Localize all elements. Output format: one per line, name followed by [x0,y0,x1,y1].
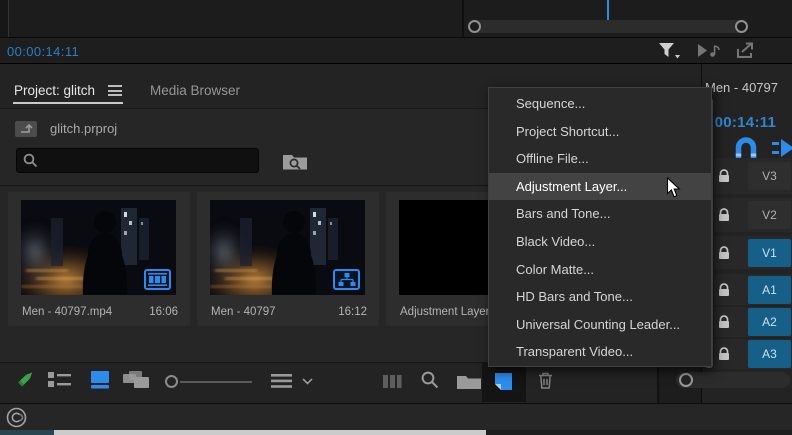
monitor-zoom-scrollbar[interactable] [468,20,748,33]
timeline-hscrollbar[interactable] [676,372,790,388]
movie-clip-badge-icon [144,269,171,290]
track-row-a1: A1 [714,274,792,305]
zoom-handle-left[interactable] [468,20,481,33]
new-item-icon[interactable] [493,372,514,391]
panel-menu-icon[interactable] [108,85,122,96]
timeline-title[interactable]: Men - 40797 [705,80,778,95]
track-target-a2[interactable]: A2 [748,308,791,336]
automate-sequence-icon[interactable] [383,374,403,389]
list-view-button[interactable] [48,372,71,388]
export-frame-icon[interactable] [736,42,755,59]
lock-icon[interactable] [718,283,730,297]
menu-item-sequence[interactable]: Sequence... [489,90,711,118]
menu-item-black-video[interactable]: Black Video... [489,228,711,256]
track-target-a3[interactable]: A3 [748,340,791,368]
menu-item-color-matte[interactable]: Color Matte... [489,256,711,284]
sequence-thumbnail [210,200,365,295]
track-row-v2: V2 [714,198,792,232]
chevron-down-icon[interactable] [302,378,313,385]
lock-icon[interactable] [718,246,730,260]
sequence-badge-icon [333,269,360,290]
lock-icon[interactable] [718,169,730,183]
delete-icon[interactable] [537,371,554,389]
lock-icon[interactable] [718,347,730,361]
up-arrow-icon [15,121,37,137]
search-input[interactable] [16,148,259,173]
timeline-hscrollbar-handle[interactable] [679,373,693,387]
item-name: Men - 40797 [211,306,276,318]
writable-pencil-icon [15,368,37,390]
panel-edge [0,0,9,37]
sort-icon[interactable] [271,374,292,388]
freeform-view-button[interactable] [122,371,150,389]
zoom-handle-right[interactable] [735,20,748,33]
track-row-a3: A3 [714,339,792,369]
timeline-timecode[interactable]: 00:00:14:11 [701,114,776,131]
find-bin-icon [282,151,309,171]
bottom-scrollbar[interactable] [54,430,486,435]
icon-view-button[interactable] [90,371,110,389]
track-row-v1: V1 [714,236,792,269]
mouse-cursor [666,177,681,199]
tab-media-browser[interactable]: Media Browser [150,83,240,98]
breadcrumb: glitch.prproj [50,121,117,136]
item-name: Adjustment Layer [400,306,490,318]
find-in-bin-button[interactable] [282,151,309,171]
find-icon[interactable] [421,371,439,389]
track-target-a1[interactable]: A1 [748,276,791,304]
track-target-v1[interactable]: V1 [748,239,791,267]
item-duration: 16:06 [149,306,178,318]
monitor-bottom-strip [0,0,792,38]
play-audio-icon[interactable] [697,43,721,58]
track-row-v3: V3 [714,158,792,194]
menu-item-universal-counting-leader[interactable]: Universal Counting Leader... [489,311,711,339]
tab-project[interactable]: Project: glitch [14,83,95,98]
creative-cloud-icon[interactable] [6,407,27,428]
premiere-pro-window: 00:00:14:11 Project: glitch Media Browse… [0,0,792,435]
bin-item-sequence[interactable]: Men - 40797 16:12 [197,192,379,326]
menu-item-bars-and-tone[interactable]: Bars and Tone... [489,200,711,228]
menu-item-project-shortcut[interactable]: Project Shortcut... [489,118,711,146]
bin-item-clip[interactable]: Men - 40797.mp4 16:06 [8,192,190,326]
active-tab-underline [13,102,123,104]
menu-item-offline-file[interactable]: Offline File... [489,145,711,173]
lock-icon[interactable] [718,315,730,329]
track-row-a2: A2 [714,307,792,337]
item-name: Men - 40797.mp4 [22,306,112,318]
bottom-strip-accent [0,430,54,435]
timeline-panel: Men - 40797 00:00:14:11 V3 V2 [701,64,792,403]
track-target-v3[interactable]: V3 [748,162,791,190]
thumbnail-zoom-slider-track[interactable] [180,381,252,383]
search-icon [23,153,38,168]
playhead-marker[interactable] [607,0,609,20]
menu-item-hd-bars-and-tone[interactable]: HD Bars and Tone... [489,283,711,311]
linked-selection-icon[interactable] [772,138,792,158]
status-bar [0,403,792,431]
item-duration: 16:12 [338,306,367,318]
menu-item-transparent-video[interactable]: Transparent Video... [489,338,711,366]
new-bin-icon[interactable] [457,373,481,389]
filter-icon[interactable] [658,42,684,60]
lock-icon[interactable] [718,208,730,222]
monitor-timecode[interactable]: 00:00:14:11 [7,44,79,59]
clip-thumbnail [21,200,176,295]
new-item-menu: Sequence... Project Shortcut... Offline … [488,87,712,367]
track-target-v2[interactable]: V2 [748,201,791,229]
thumbnail-zoom-slider-handle[interactable] [165,375,178,388]
navigate-up-button[interactable] [15,121,37,137]
panel-divider [462,0,464,37]
snap-magnet-icon[interactable] [733,137,759,160]
